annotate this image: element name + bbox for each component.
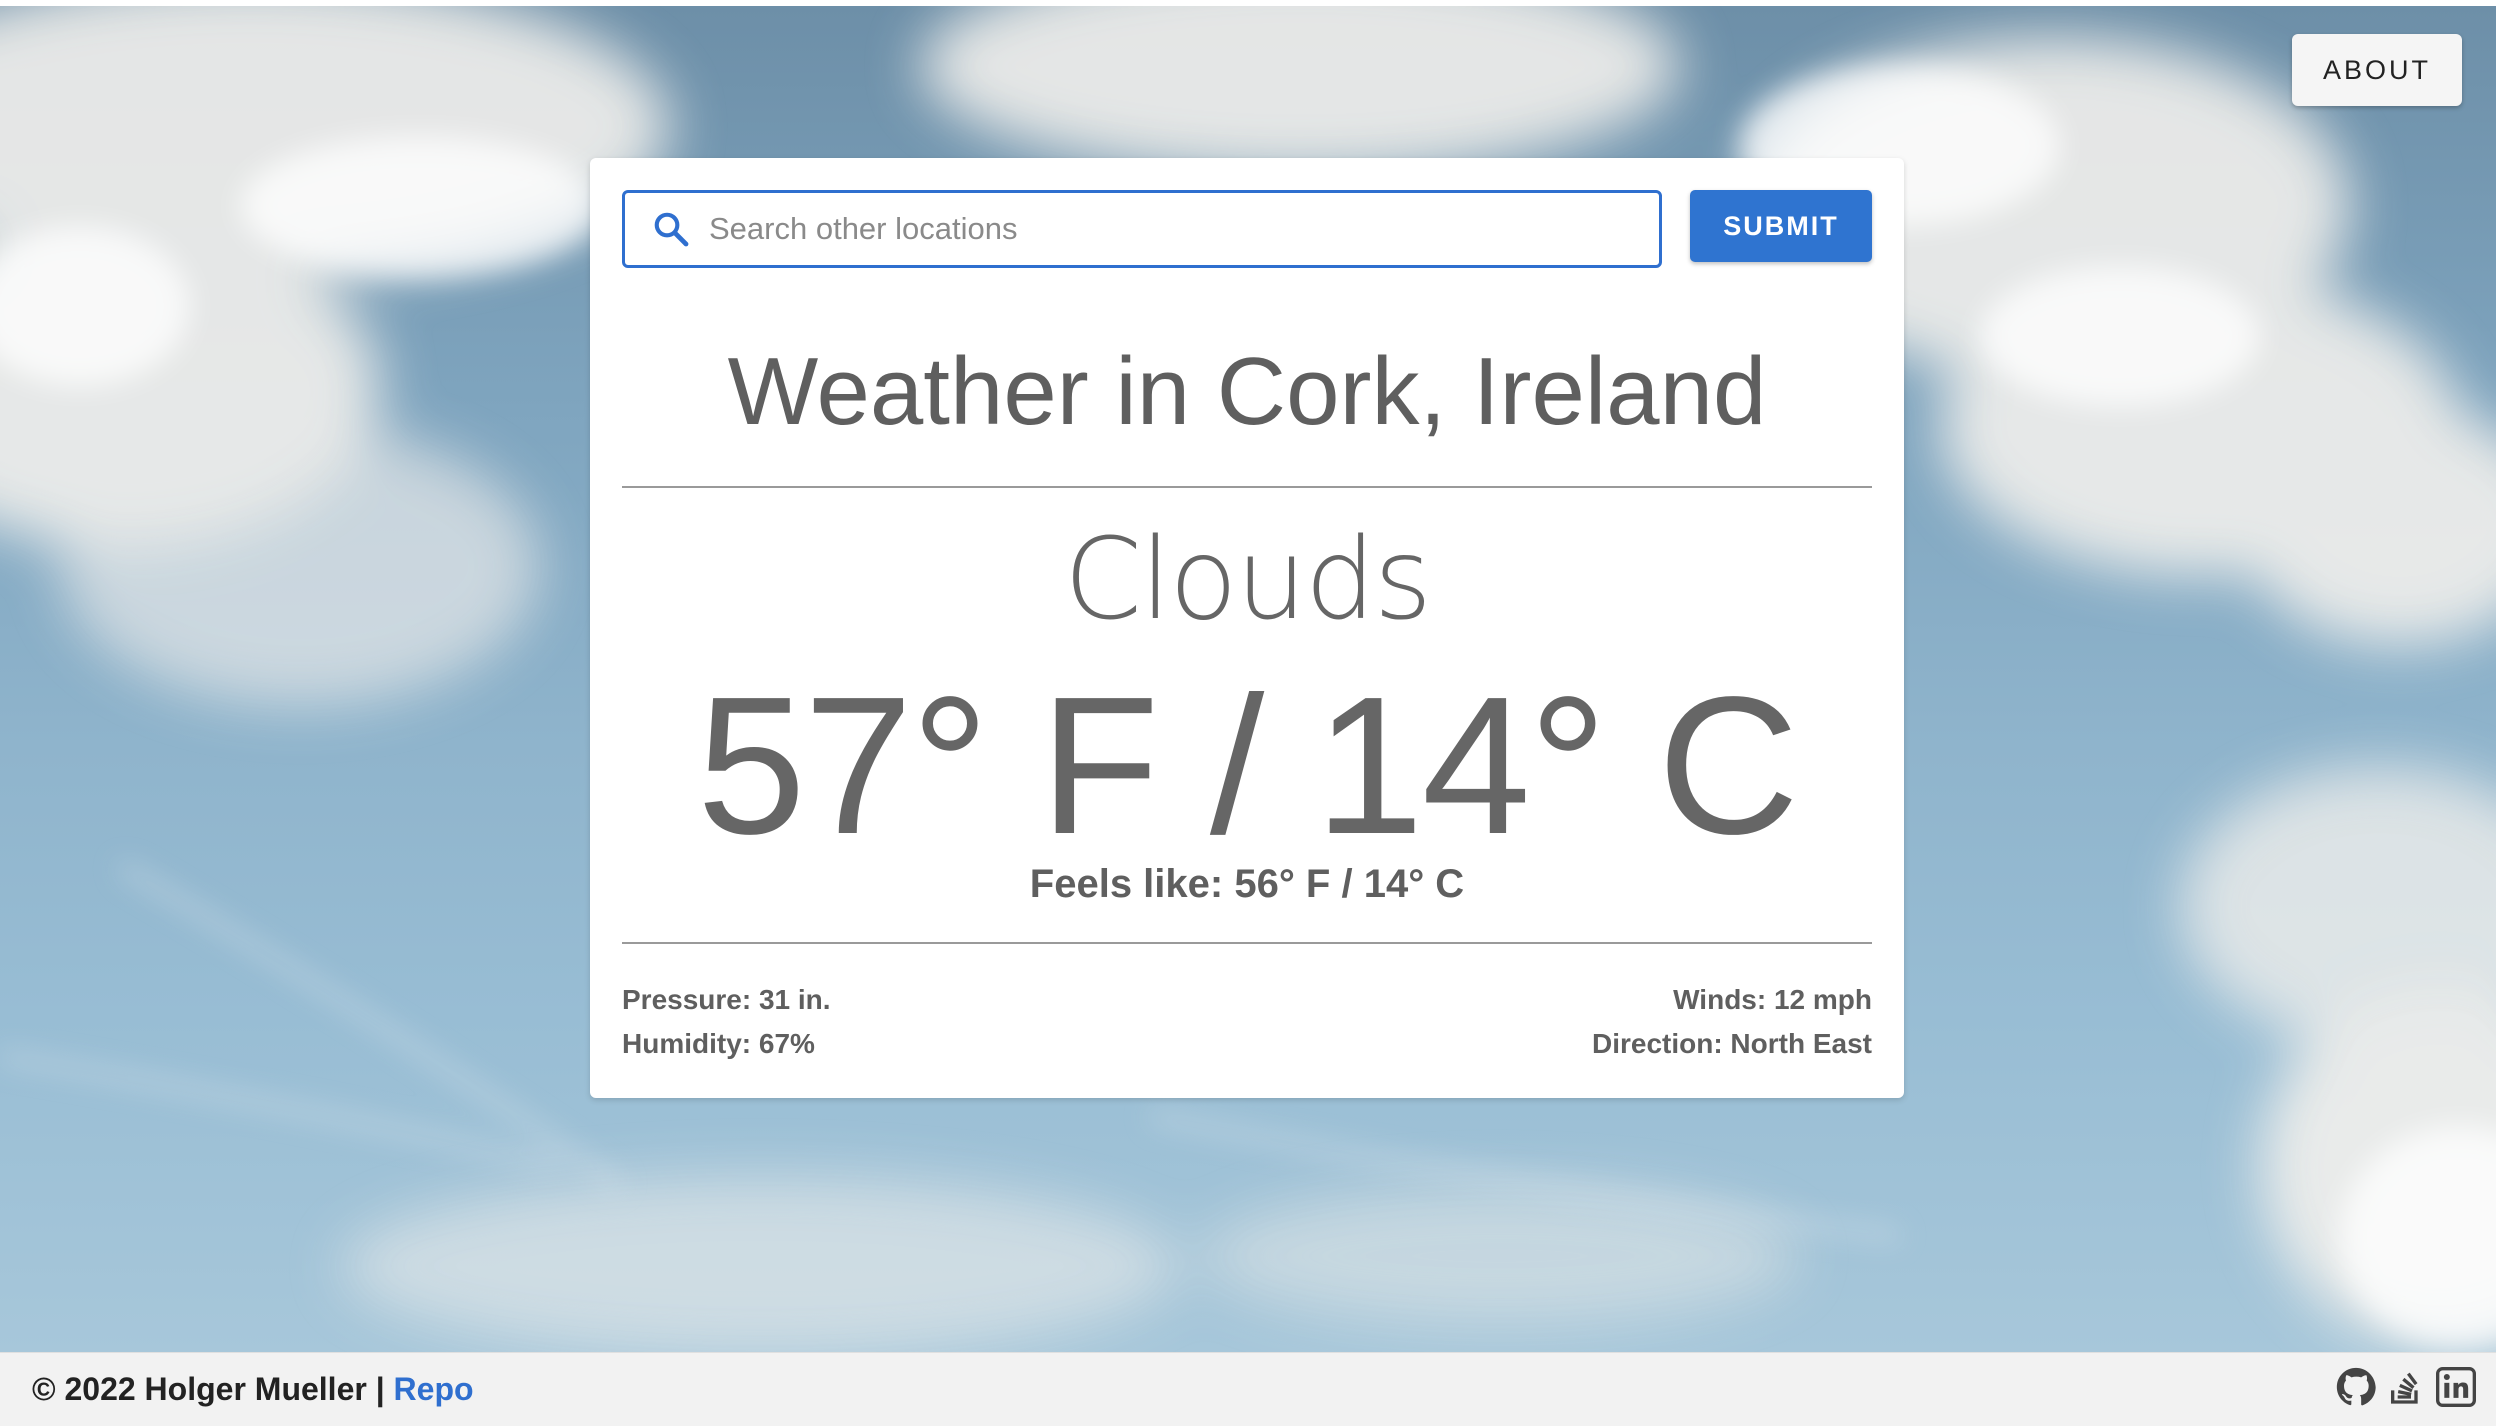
copyright-text: © 2022 Holger Mueller | (32, 1371, 385, 1407)
search-box[interactable] (622, 190, 1662, 268)
weather-card: SUBMIT Weather in Cork, Ireland Clouds 5… (590, 158, 1904, 1098)
search-icon (651, 209, 691, 249)
footer: © 2022 Holger Mueller | Repo (0, 1352, 2496, 1426)
feels-like-readout: Feels like: 56° F / 14° C (1029, 862, 1465, 906)
search-input[interactable] (707, 210, 1651, 248)
footer-credits: © 2022 Holger Mueller | Repo (32, 1371, 474, 1408)
about-button[interactable]: ABOUT (2292, 34, 2462, 106)
pressure-stat: Pressure: 31 in. (622, 984, 831, 1015)
location-title: Weather in Cork, Ireland (727, 338, 1767, 445)
repo-link[interactable]: Repo (394, 1371, 474, 1407)
linkedin-icon[interactable] (2436, 1367, 2476, 1407)
social-links (2336, 1367, 2476, 1407)
weather-condition: Clouds (1063, 515, 1432, 645)
humidity-stat: Humidity: 67% (622, 1028, 815, 1059)
wind-direction-stat: Direction: North East (1591, 1028, 1872, 1059)
github-icon[interactable] (2336, 1367, 2376, 1407)
divider (622, 942, 1872, 944)
divider (622, 486, 1872, 488)
submit-button[interactable]: SUBMIT (1690, 190, 1872, 262)
winds-stat: Winds: 12 mph (1673, 984, 1872, 1015)
stackoverflow-icon[interactable] (2386, 1367, 2426, 1407)
temperature-readout: 57° F / 14° C (696, 656, 1799, 875)
